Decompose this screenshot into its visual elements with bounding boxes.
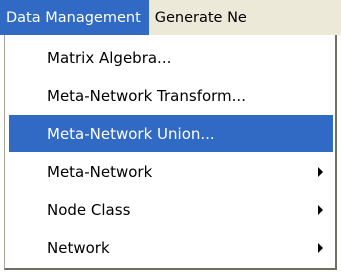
menu-item-meta-network-union[interactable]: Meta-Network Union... <box>9 115 333 152</box>
menu-item-node-class[interactable]: Node Class <box>9 191 333 228</box>
menu-item-meta-network[interactable]: Meta-Network <box>9 153 333 190</box>
submenu-arrow-icon <box>318 204 323 215</box>
menu-item-matrix-algebra[interactable]: Matrix Algebra... <box>9 39 333 76</box>
menu-bar: Data Management Generate Ne <box>0 0 341 35</box>
menu-item-network[interactable]: Network <box>9 229 333 266</box>
menu-item-label: Meta-Network Transform... <box>47 86 246 105</box>
menu-item-label: Meta-Network <box>47 162 153 181</box>
data-management-dropdown: Matrix Algebra... Meta-Network Transform… <box>4 35 337 270</box>
menu-generate-networks[interactable]: Generate Ne <box>149 0 255 35</box>
menu-item-meta-network-transform[interactable]: Meta-Network Transform... <box>9 77 333 114</box>
menu-data-management[interactable]: Data Management <box>0 0 149 35</box>
submenu-arrow-icon <box>318 242 323 253</box>
submenu-arrow-icon <box>318 166 323 177</box>
menu-item-label: Meta-Network Union... <box>47 124 215 143</box>
menu-item-label: Matrix Algebra... <box>47 48 172 67</box>
menu-item-label: Node Class <box>47 200 131 219</box>
menu-item-label: Network <box>47 238 110 257</box>
